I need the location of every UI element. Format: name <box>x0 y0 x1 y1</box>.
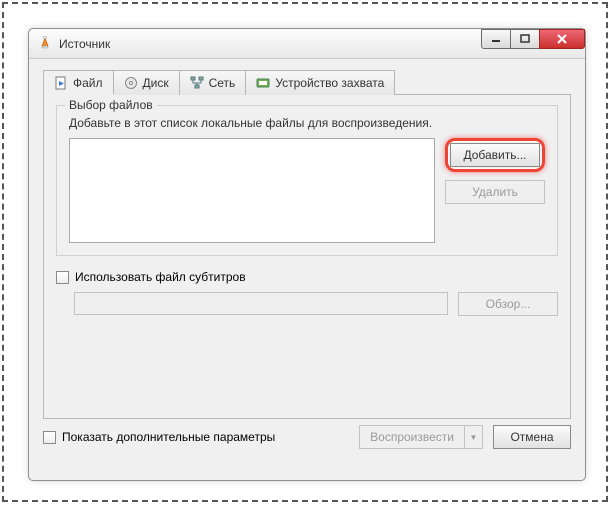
button-label: Обзор... <box>486 297 531 311</box>
app-icon <box>37 36 53 52</box>
subtitle-checkbox-label: Использовать файл субтитров <box>75 270 246 284</box>
minimize-button[interactable] <box>481 29 511 49</box>
tab-content-file: Выбор файлов Добавьте в этот список лока… <box>43 95 571 419</box>
maximize-button[interactable] <box>510 29 540 49</box>
play-split-button[interactable]: Воспроизвести ▼ <box>359 425 483 449</box>
add-button[interactable]: Добавить... <box>450 143 540 167</box>
dialog-footer: Показать дополнительные параметры Воспро… <box>43 419 571 449</box>
browse-button: Обзор... <box>458 292 558 316</box>
group-description: Добавьте в этот список локальные файлы д… <box>69 116 545 130</box>
cancel-button[interactable]: Отмена <box>493 425 571 449</box>
button-label: Удалить <box>472 185 518 199</box>
highlight-annotation: Добавить... <box>445 138 545 172</box>
subtitle-path-input <box>74 292 448 315</box>
client-area: Файл Диск Сеть Устройство захвата Выбор … <box>29 59 585 461</box>
tabs: Файл Диск Сеть Устройство захвата <box>43 69 571 95</box>
dialog-window: Источник Файл Диск Сеть Устройство захва… <box>28 28 586 481</box>
network-icon <box>190 76 204 90</box>
group-title: Выбор файлов <box>65 98 157 112</box>
play-button-main[interactable]: Воспроизвести <box>359 425 465 449</box>
file-list[interactable] <box>69 138 435 243</box>
button-label: Добавить... <box>463 148 526 162</box>
tab-file[interactable]: Файл <box>43 70 114 95</box>
tab-label: Сеть <box>209 76 236 90</box>
capture-icon <box>256 76 270 90</box>
disc-icon <box>124 76 138 90</box>
close-button[interactable] <box>539 29 585 49</box>
tab-disc[interactable]: Диск <box>113 70 180 95</box>
tab-label: Устройство захвата <box>275 76 384 90</box>
tab-network[interactable]: Сеть <box>179 70 247 95</box>
remove-button[interactable]: Удалить <box>445 180 545 204</box>
more-options-checkbox[interactable] <box>43 431 56 444</box>
file-icon <box>54 76 68 90</box>
more-options-label: Показать дополнительные параметры <box>62 430 275 444</box>
file-selection-group: Выбор файлов Добавьте в этот список лока… <box>56 105 558 256</box>
tab-capture[interactable]: Устройство захвата <box>245 70 395 95</box>
tab-label: Файл <box>73 76 103 90</box>
window-title: Источник <box>59 37 482 51</box>
button-label: Воспроизвести <box>370 430 454 444</box>
button-label: Отмена <box>510 430 553 444</box>
play-button-dropdown[interactable]: ▼ <box>465 425 483 449</box>
titlebar: Источник <box>29 29 585 59</box>
tab-label: Диск <box>143 76 169 90</box>
window-controls <box>482 29 585 58</box>
subtitle-checkbox[interactable] <box>56 271 69 284</box>
